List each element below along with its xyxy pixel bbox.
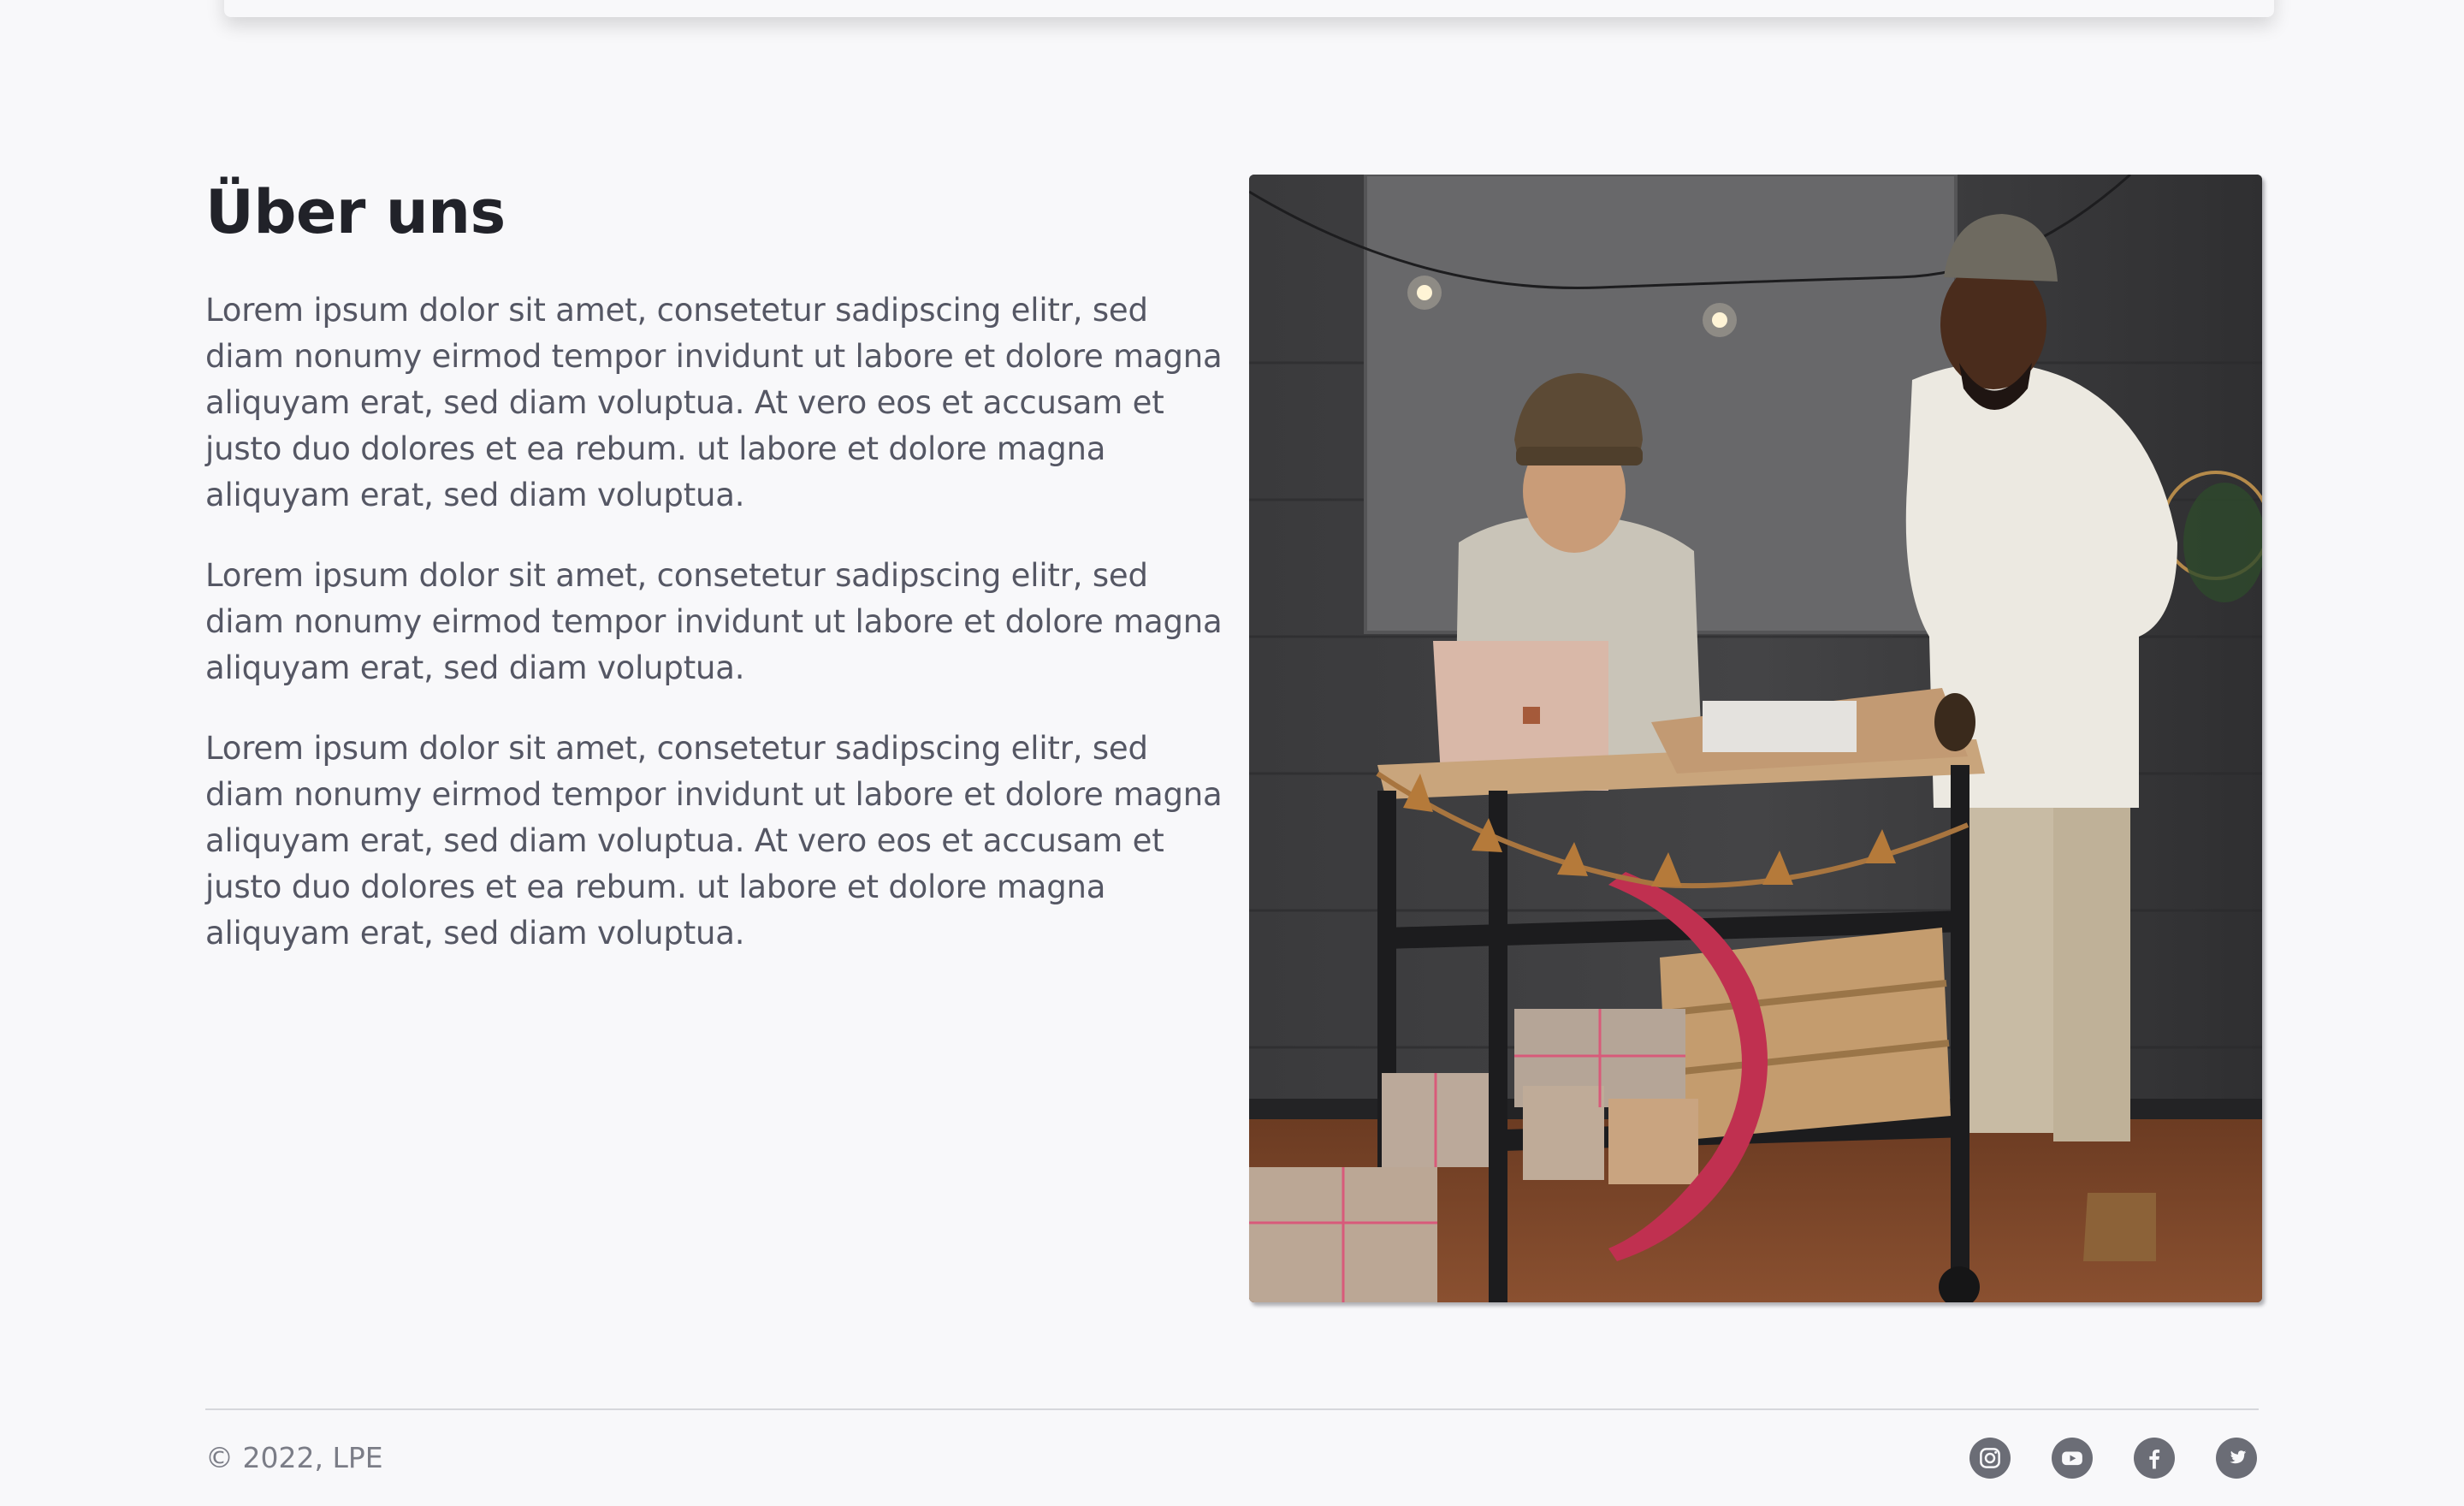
header-bar-shadow [224,0,2274,17]
facebook-icon [2149,1450,2160,1469]
instagram-link[interactable] [1969,1438,2011,1479]
twitter-icon [2230,1450,2247,1464]
about-section: Über uns Lorem ipsum dolor sit amet, con… [205,171,2262,1309]
twitter-link[interactable] [2216,1438,2257,1479]
footer-divider [205,1408,2259,1410]
about-text-column: Über uns Lorem ipsum dolor sit amet, con… [205,171,1223,991]
copyright-text: © 2022, LPE [205,1441,383,1474]
youtube-icon [2062,1451,2082,1466]
social-links [1969,1438,2257,1479]
team-photo-illustration [1249,175,2262,1302]
youtube-link[interactable] [2052,1438,2093,1479]
about-paragraph-2: Lorem ipsum dolor sit amet, consetetur s… [205,557,1223,686]
about-paragraph-3: Lorem ipsum dolor sit amet, consetetur s… [205,730,1223,952]
about-paragraph-1: Lorem ipsum dolor sit amet, consetetur s… [205,292,1223,513]
page-title: Über uns [205,177,506,247]
team-photo [1249,175,2262,1302]
instagram-icon [1980,1448,2000,1468]
facebook-link[interactable] [2134,1438,2175,1479]
